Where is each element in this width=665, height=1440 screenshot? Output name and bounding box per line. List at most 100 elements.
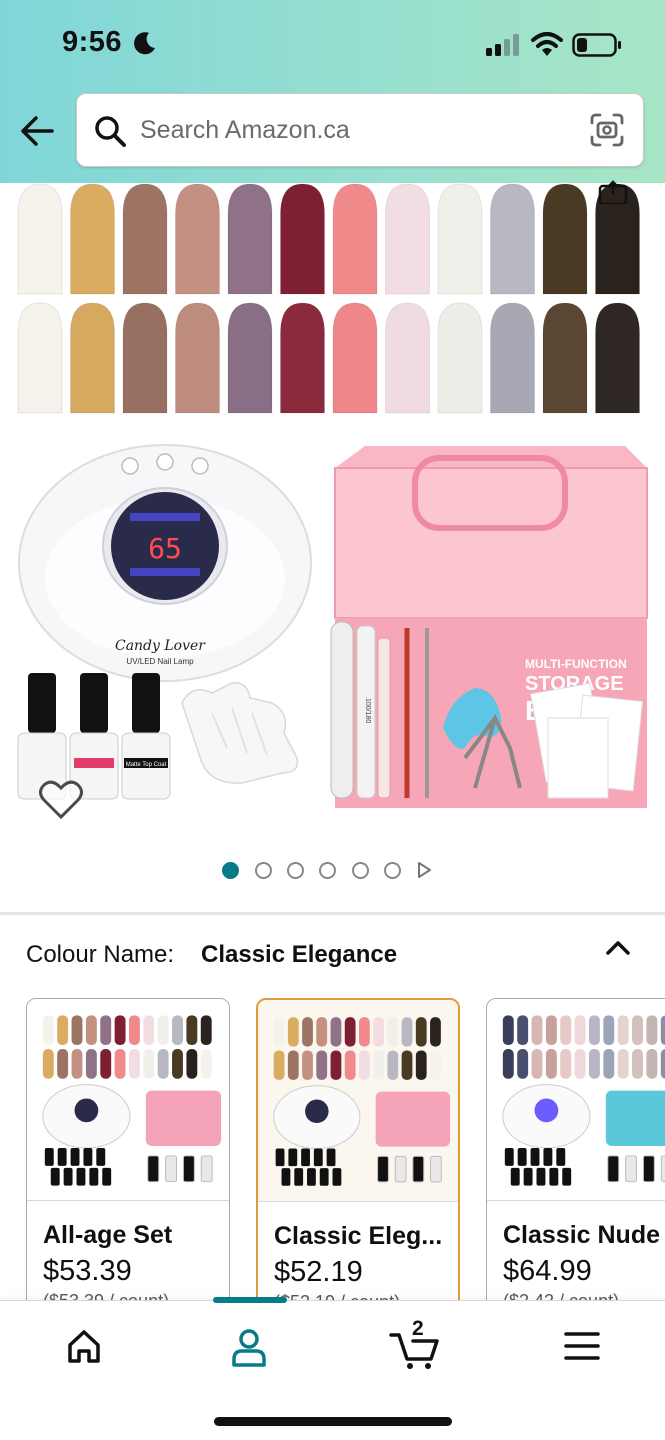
bottom-nav: 2	[0, 1297, 665, 1440]
thumb-swatch	[545, 1049, 557, 1079]
gallery-pagination[interactable]	[222, 860, 442, 882]
page-dot-5[interactable]	[352, 862, 369, 879]
nail-swatch	[17, 183, 63, 295]
thumb-lamp-screen	[74, 1098, 99, 1123]
variant-price: $64.99	[503, 1255, 592, 1287]
share-icon[interactable]	[598, 180, 628, 204]
nail-swatch	[280, 183, 325, 295]
bottle-label-3: Matte Top Coat	[126, 762, 167, 768]
thumb-swatch	[531, 1049, 543, 1079]
thumb-bottle	[96, 1148, 106, 1166]
thumb-lamp-screen	[305, 1099, 329, 1124]
page-dot-3[interactable]	[287, 862, 304, 879]
video-play-icon[interactable]	[416, 861, 432, 879]
thumb-bottle	[63, 1167, 73, 1186]
back-arrow-icon[interactable]	[14, 110, 62, 152]
thumb-swatch	[57, 1015, 69, 1046]
search-input[interactable]	[140, 108, 580, 152]
thumb-swatch	[42, 1049, 54, 1079]
manicure-tools-image: 100/180	[330, 621, 522, 799]
thumb-swatch	[128, 1015, 140, 1046]
thumb-bottle	[182, 1155, 195, 1183]
thumb-swatch	[373, 1050, 384, 1080]
thumb-bottle	[301, 1148, 310, 1167]
thumb-swatch	[415, 1017, 427, 1047]
thumb-bottle	[562, 1167, 572, 1186]
thumb-bottle	[102, 1167, 112, 1186]
nail-swatch	[280, 302, 325, 414]
variant-thumbnail	[27, 999, 229, 1201]
thumb-bottle	[530, 1148, 540, 1166]
nail-swatch	[490, 183, 535, 295]
camera-scan-icon[interactable]	[589, 112, 625, 148]
nail-swatch	[490, 302, 535, 414]
thumb-box	[145, 1090, 222, 1147]
nail-swatch	[542, 302, 588, 414]
heart-icon[interactable]	[38, 778, 84, 822]
thumb-swatch	[617, 1015, 629, 1046]
thumb-bottle	[89, 1167, 99, 1186]
search-box[interactable]	[76, 93, 644, 167]
thumb-bottle	[543, 1148, 553, 1166]
variant-name: All-age Set	[43, 1221, 173, 1249]
nail-swatch	[385, 302, 430, 414]
thumb-swatch	[71, 1049, 83, 1079]
thumb-box	[375, 1091, 451, 1147]
page-dot-2[interactable]	[255, 862, 272, 879]
thumb-swatch	[387, 1050, 399, 1080]
thumb-bottle	[165, 1155, 178, 1183]
battery-icon	[572, 33, 621, 57]
thumb-swatch	[617, 1049, 629, 1079]
thumb-swatch	[545, 1015, 557, 1046]
thumb-swatch	[330, 1050, 342, 1080]
colour-value: Classic Elegance	[201, 941, 398, 968]
thumb-swatch	[373, 1017, 384, 1047]
thumb-swatch	[200, 1049, 212, 1079]
section-divider	[0, 912, 665, 915]
thumb-swatch	[517, 1015, 529, 1046]
nail-swatch	[227, 183, 273, 295]
thumb-swatch	[660, 1015, 665, 1045]
thumb-bottle	[57, 1148, 67, 1166]
home-icon[interactable]	[54, 1321, 114, 1371]
uv-lamp-image: 65 Candy Lover UV/LED Nail Lamp	[18, 444, 312, 682]
thumb-swatch	[531, 1015, 543, 1046]
thumb-bottle	[200, 1155, 213, 1183]
header: 9:56	[0, 0, 665, 183]
thumb-bottle	[504, 1148, 514, 1166]
thumb-bottle	[517, 1148, 527, 1166]
page-dot-4[interactable]	[319, 862, 336, 879]
colour-label: Colour Name:	[26, 941, 175, 968]
page-dot-6[interactable]	[384, 862, 401, 879]
thumb-swatch	[344, 1050, 356, 1080]
thumb-swatch	[358, 1050, 370, 1080]
thumb-swatch	[157, 1015, 169, 1046]
variant-price: $53.39	[43, 1255, 132, 1287]
wifi-icon	[531, 32, 563, 56]
page-dot-1[interactable]	[222, 862, 239, 879]
thumb-swatch	[401, 1050, 413, 1080]
thumb-swatch	[128, 1049, 140, 1079]
lamp-brand: Candy Lover	[115, 638, 206, 654]
menu-icon[interactable]	[552, 1321, 612, 1371]
thumb-swatch	[186, 1049, 198, 1079]
thumb-bottle	[288, 1148, 298, 1167]
thumb-swatch	[85, 1015, 97, 1046]
thumb-swatch	[57, 1049, 69, 1079]
variant-card-classic-nude[interactable]: Classic Nude $64.99 ($2.42 / count)	[486, 998, 665, 1318]
nail-swatch	[437, 302, 483, 414]
account-icon[interactable]	[219, 1321, 279, 1371]
thumb-swatch	[42, 1015, 54, 1046]
chevron-up-icon[interactable]	[604, 938, 632, 958]
thumb-bottle	[660, 1155, 665, 1183]
variant-name: Classic Nude	[503, 1221, 661, 1249]
thumb-swatch	[502, 1049, 514, 1079]
variant-card-classic-elegance[interactable]: Classic Eleg... $52.19 ($52.19 / count)	[256, 998, 460, 1318]
nail-swatch	[70, 183, 115, 295]
thumb-bottle	[76, 1167, 86, 1186]
thumb-box	[605, 1090, 665, 1147]
product-image[interactable]: 65 Candy Lover UV/LED Nail Lamp MULTI-FU…	[0, 183, 665, 823]
variant-card-all-age-set[interactable]: All-age Set $53.39 ($53.39 / count)	[26, 998, 230, 1318]
nav-active-indicator	[213, 1297, 287, 1303]
thumb-swatch	[387, 1017, 399, 1047]
